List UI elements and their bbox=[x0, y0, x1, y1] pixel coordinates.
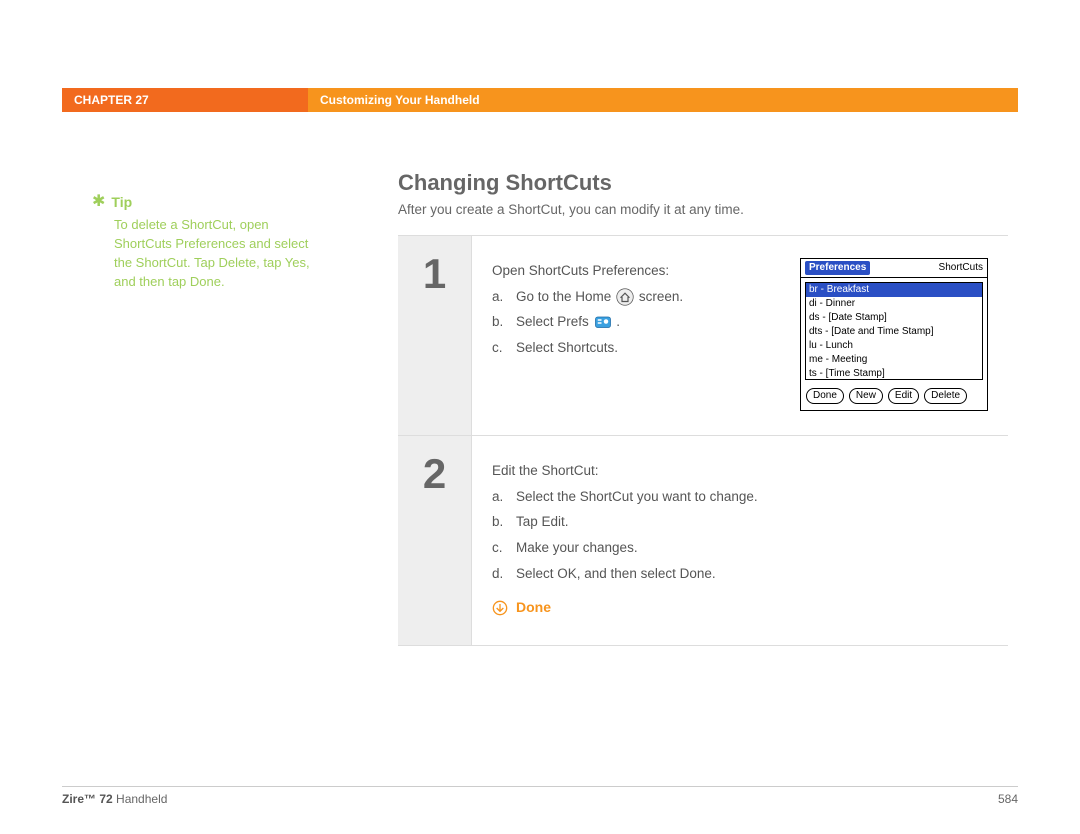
prefs-icon bbox=[593, 313, 613, 333]
list-item[interactable]: br - Breakfast bbox=[806, 283, 982, 297]
edit-button[interactable]: Edit bbox=[888, 388, 919, 404]
steps-container: 1 Open ShortCuts Preferences: a. Go to t… bbox=[398, 235, 1008, 646]
list-item[interactable]: dts - [Date and Time Stamp] bbox=[806, 325, 982, 339]
footer: Zire™ 72 Handheld 584 bbox=[62, 792, 1018, 806]
step-2-item-c: c. Make your changes. bbox=[492, 535, 988, 561]
list-item[interactable]: ds - [Date Stamp] bbox=[806, 311, 982, 325]
step-number: 2 bbox=[398, 436, 472, 645]
step-2-title: Edit the ShortCut: bbox=[492, 458, 988, 484]
list-item[interactable]: me - Meeting bbox=[806, 353, 982, 367]
header-bar: CHAPTER 27 Customizing Your Handheld bbox=[62, 88, 1018, 112]
step-2-item-a: a. Select the ShortCut you want to chang… bbox=[492, 484, 988, 510]
done-arrow-icon bbox=[492, 600, 508, 616]
chapter-title: Customizing Your Handheld bbox=[308, 88, 1018, 112]
home-icon bbox=[615, 287, 635, 307]
delete-button[interactable]: Delete bbox=[924, 388, 967, 404]
step-2-item-b: b. Tap Edit. bbox=[492, 509, 988, 535]
palm-preferences-panel: Preferences ShortCuts br - Breakfast di … bbox=[800, 258, 988, 411]
footer-page-number: 584 bbox=[998, 792, 1018, 806]
footer-rule bbox=[62, 786, 1018, 787]
step-1: 1 Open ShortCuts Preferences: a. Go to t… bbox=[398, 236, 1008, 436]
step-1-item-b: b. Select Prefs . bbox=[492, 309, 782, 335]
tip-star-icon: ✱ bbox=[92, 194, 105, 210]
tip-label: Tip bbox=[111, 194, 132, 210]
done-button[interactable]: Done bbox=[806, 388, 844, 404]
footer-product: Zire™ 72 Handheld bbox=[62, 792, 167, 806]
list-item[interactable]: ts - [Time Stamp] bbox=[806, 367, 982, 380]
step-2-text: Edit the ShortCut: a. Select the ShortCu… bbox=[492, 458, 988, 621]
palm-title-right: ShortCuts bbox=[939, 261, 983, 275]
step-1-text: Open ShortCuts Preferences: a. Go to the… bbox=[492, 258, 782, 411]
intro-text: After you create a ShortCut, you can mod… bbox=[398, 202, 1008, 217]
step-2-item-d: d. Select OK, and then select Done. bbox=[492, 561, 988, 587]
tip-sidebar: ✱ Tip To delete a ShortCut, open ShortCu… bbox=[92, 194, 317, 291]
step-1-item-a: a. Go to the Home screen. bbox=[492, 284, 782, 310]
step-number: 1 bbox=[398, 236, 472, 435]
list-item[interactable]: lu - Lunch bbox=[806, 339, 982, 353]
tip-body: To delete a ShortCut, open ShortCuts Pre… bbox=[92, 216, 317, 291]
palm-shortcut-list[interactable]: br - Breakfast di - Dinner ds - [Date St… bbox=[805, 282, 983, 380]
new-button[interactable]: New bbox=[849, 388, 883, 404]
list-item[interactable]: di - Dinner bbox=[806, 297, 982, 311]
step-1-item-c: c. Select Shortcuts. bbox=[492, 335, 782, 361]
page-heading: Changing ShortCuts bbox=[398, 170, 1008, 196]
done-indicator: Done bbox=[492, 594, 988, 621]
chapter-label: CHAPTER 27 bbox=[62, 88, 308, 112]
main-content: Changing ShortCuts After you create a Sh… bbox=[398, 170, 1008, 646]
step-1-title: Open ShortCuts Preferences: bbox=[492, 258, 782, 284]
palm-title-left: Preferences bbox=[805, 261, 870, 275]
step-2: 2 Edit the ShortCut: a. Select the Short… bbox=[398, 436, 1008, 646]
